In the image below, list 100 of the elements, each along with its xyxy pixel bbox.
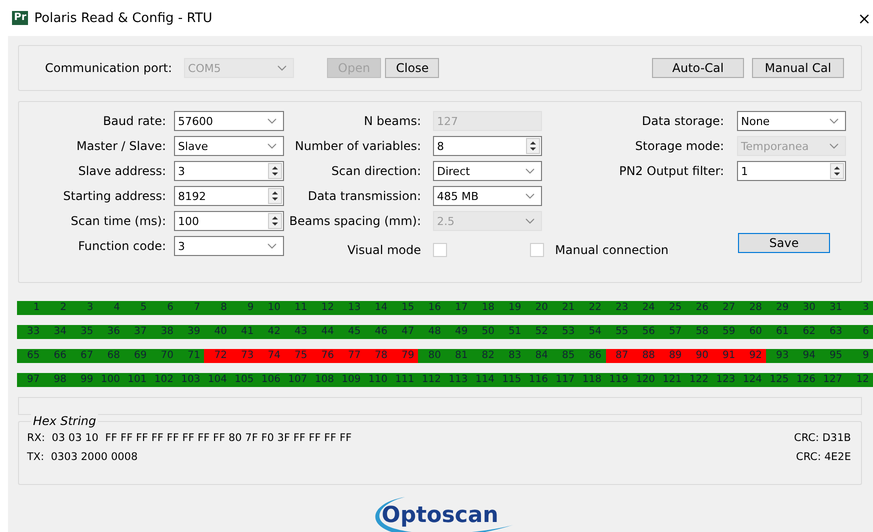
beam-cell: 105	[231, 373, 258, 387]
dropdown[interactable]: None	[737, 111, 846, 131]
beam-cell: 58	[686, 325, 712, 339]
beam-cell: 23	[606, 301, 632, 315]
close-button[interactable]: ×	[858, 8, 871, 28]
beam-cell: 112	[418, 373, 445, 387]
hex-line: TX: 0303 2000 0008	[27, 450, 138, 465]
checkbox-label: Visual mode	[346, 243, 422, 257]
window-title: Polaris Read & Config - RTU	[34, 10, 212, 26]
beam-cell: 60	[739, 325, 766, 339]
beam-cell: 48	[418, 325, 445, 339]
calibration-button[interactable]: Auto-Cal	[652, 58, 744, 78]
field-label: Baud rate:	[102, 113, 167, 130]
beam-cell: 65	[17, 349, 44, 363]
beam-cell: 13	[338, 301, 365, 315]
beam-cell: 101	[124, 373, 151, 387]
beam-cell: 57	[659, 325, 686, 339]
beam-cell: 116	[525, 373, 552, 387]
beam-cell: 75	[284, 349, 312, 363]
beam-cell: 68	[97, 349, 124, 363]
field-label: Scan time (ms):	[70, 213, 167, 230]
chevron-down-icon	[277, 65, 288, 71]
connection-button[interactable]: Close	[385, 58, 440, 78]
spin-arrows-icon[interactable]	[830, 163, 844, 179]
calibration-button[interactable]: Manual Cal	[752, 58, 844, 78]
beam-cell: 45	[338, 325, 365, 339]
beam-cell: 126	[792, 373, 820, 387]
beam-cell: 110	[364, 373, 392, 387]
beam-cell: 83	[498, 349, 526, 363]
dropdown[interactable]: Slave	[174, 136, 284, 156]
beam-cell: 54	[578, 325, 606, 339]
spin-arrows-icon[interactable]	[268, 213, 282, 229]
beam-cell: 59	[712, 325, 740, 339]
beam-cell: 106	[258, 373, 284, 387]
beam-cell: 92	[739, 349, 766, 363]
beam-cell: 123	[712, 373, 740, 387]
spin-field[interactable]: 8	[433, 136, 542, 156]
beam-cell: 44	[311, 325, 338, 339]
beam-cell: 102	[150, 373, 178, 387]
save-button[interactable]: Save	[738, 233, 830, 253]
chevron-down-icon	[267, 243, 277, 249]
field-label: N beams:	[364, 113, 422, 130]
dropdown[interactable]: 3	[174, 236, 284, 256]
beam-cell: 99	[70, 373, 98, 387]
beam-cell: 39	[178, 325, 204, 339]
crc-value: CRC: D31B	[794, 431, 851, 446]
beam-cell: 67	[70, 349, 98, 363]
beam-cell: 97	[17, 373, 44, 387]
beam-cell: 16	[418, 301, 445, 315]
beam-cell: 14	[364, 301, 392, 315]
beam-cell: 127	[820, 373, 846, 387]
beam-cell: 81	[445, 349, 472, 363]
beam-cell: 33	[17, 325, 44, 339]
spin-field[interactable]: 8192	[174, 186, 284, 206]
dropdown[interactable]: 485 MB	[433, 186, 542, 206]
beam-cell: 29	[766, 301, 793, 315]
beam-cell: 5	[124, 301, 151, 315]
chevron-down-icon	[525, 218, 535, 224]
spin-arrows-icon[interactable]	[268, 163, 282, 179]
spin-arrows-icon[interactable]	[268, 188, 282, 204]
beam-cell: 73	[231, 349, 258, 363]
checkbox[interactable]	[530, 243, 544, 257]
field-label: Data storage:	[642, 113, 725, 130]
beam-cell: 121	[659, 373, 686, 387]
beam-cell: 6	[150, 301, 178, 315]
beam-cell: 86	[578, 349, 606, 363]
dropdown[interactable]: Direct	[433, 161, 542, 181]
field-label: Master / Slave:	[76, 138, 167, 155]
beam-cell: 88	[632, 349, 659, 363]
field-label: Function code:	[78, 238, 167, 255]
dropdown[interactable]: 57600	[174, 111, 284, 131]
beam-cell: 40	[204, 325, 231, 339]
beam-cell: 55	[606, 325, 632, 339]
beam-cell: 78	[364, 349, 392, 363]
beam-cell: 6	[846, 325, 873, 339]
chevron-down-icon	[829, 143, 839, 149]
chevron-down-icon	[525, 168, 535, 174]
spin-arrows-icon[interactable]	[526, 138, 540, 154]
beam-cell: 95	[820, 349, 846, 363]
spin-field[interactable]: 100	[174, 211, 284, 231]
spin-field[interactable]: 3	[174, 161, 284, 181]
beam-cell: 15	[392, 301, 418, 315]
beam-cell: 3	[846, 301, 873, 315]
beam-cell: 18	[472, 301, 498, 315]
checkbox[interactable]	[433, 243, 447, 257]
beam-cell: 91	[712, 349, 740, 363]
app-icon: Pr	[12, 11, 28, 25]
beam-cell: 50	[472, 325, 498, 339]
beam-cell: 115	[498, 373, 526, 387]
beam-cell: 30	[792, 301, 820, 315]
beam-cell: 31	[820, 301, 846, 315]
beam-cell: 61	[766, 325, 793, 339]
beam-cell: 53	[552, 325, 579, 339]
checkbox-label: Manual connection	[555, 243, 669, 257]
beam-cell: 94	[792, 349, 820, 363]
beam-cell: 63	[820, 325, 846, 339]
field-label: PN2 Output filter:	[619, 163, 725, 180]
group-title: Hex String	[31, 414, 98, 428]
beam-cell: 100	[97, 373, 124, 387]
spin-field[interactable]: 1	[737, 161, 846, 181]
